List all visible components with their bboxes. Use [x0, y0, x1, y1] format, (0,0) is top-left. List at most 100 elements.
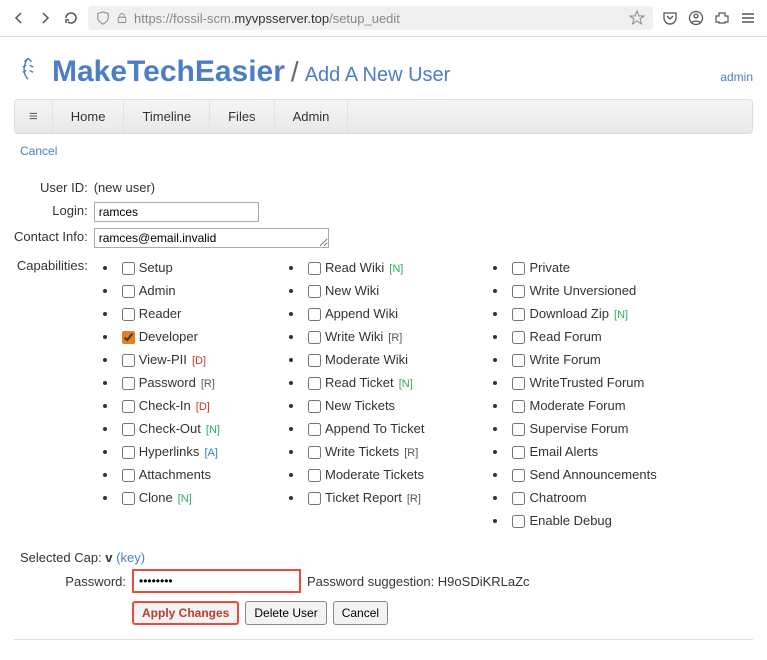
capability-checkbox[interactable]	[122, 469, 135, 482]
account-icon[interactable]	[687, 9, 705, 27]
capability-item: Clone [N]	[118, 487, 220, 510]
site-title[interactable]: MakeTechEasier	[52, 55, 285, 89]
cancel-button[interactable]: Cancel	[333, 601, 388, 625]
capability-checkbox[interactable]	[512, 377, 525, 390]
selected-cap-row: Selected Cap: v (key)	[20, 550, 753, 565]
capability-label: Admin	[139, 283, 176, 298]
capability-label: Append To Ticket	[325, 421, 425, 436]
capability-checkbox[interactable]	[512, 308, 525, 321]
capability-checkbox[interactable]	[122, 446, 135, 459]
menu-admin[interactable]: Admin	[275, 101, 349, 132]
capability-checkbox[interactable]	[122, 308, 135, 321]
capability-item: Setup	[118, 257, 220, 280]
capability-checkbox[interactable]	[308, 423, 321, 436]
capability-checkbox[interactable]	[512, 354, 525, 367]
capability-checkbox[interactable]	[308, 308, 321, 321]
capability-label: Append Wiki	[325, 306, 398, 321]
capability-label: Read Ticket	[325, 375, 394, 390]
menu-files[interactable]: Files	[210, 101, 274, 132]
capability-checkbox[interactable]	[512, 331, 525, 344]
reload-icon[interactable]	[62, 9, 80, 27]
capability-item: Enable Debug	[508, 510, 656, 533]
url-bar[interactable]: https://fossil-scm.myvpsserver.top/setup…	[88, 6, 653, 30]
capability-checkbox[interactable]	[512, 262, 525, 275]
capability-item: New Tickets	[304, 395, 425, 418]
lock-icon	[116, 11, 128, 25]
capability-item: Read Ticket [N]	[304, 372, 425, 395]
pocket-icon[interactable]	[661, 9, 679, 27]
hamburger-icon[interactable]: ≡	[15, 100, 53, 133]
fossil-logo-icon	[14, 53, 42, 81]
login-input[interactable]	[94, 202, 259, 222]
capability-label: Enable Debug	[529, 513, 611, 528]
shield-icon	[96, 11, 110, 25]
capability-checkbox[interactable]	[122, 354, 135, 367]
capability-checkbox[interactable]	[512, 469, 525, 482]
capability-label: Write Unversioned	[529, 283, 636, 298]
capability-label: Write Forum	[529, 352, 600, 367]
capability-checkbox[interactable]	[122, 262, 135, 275]
capability-flag: [R]	[401, 447, 418, 459]
capability-checkbox[interactable]	[122, 423, 135, 436]
capability-checkbox[interactable]	[122, 400, 135, 413]
capability-item: Chatroom	[508, 487, 656, 510]
capability-checkbox[interactable]	[122, 492, 135, 505]
capability-label: Moderate Wiki	[325, 352, 408, 367]
capability-item: Hyperlinks [A]	[118, 441, 220, 464]
capability-checkbox[interactable]	[308, 446, 321, 459]
capability-checkbox[interactable]	[122, 377, 135, 390]
menu-icon[interactable]	[739, 9, 757, 27]
capability-label: Hyperlinks	[139, 444, 200, 459]
capability-item: Write Unversioned	[508, 280, 656, 303]
capability-label: Password	[139, 375, 196, 390]
capability-item: Write Wiki [R]	[304, 326, 425, 349]
capability-checkbox[interactable]	[308, 469, 321, 482]
capability-checkbox[interactable]	[512, 400, 525, 413]
back-icon[interactable]	[10, 9, 28, 27]
login-label: Login:	[14, 199, 94, 225]
delete-user-button[interactable]: Delete User	[245, 601, 326, 625]
capability-item: Password [R]	[118, 372, 220, 395]
caps-col-2: Read Wiki [N]New WikiAppend WikiWrite Wi…	[280, 257, 425, 533]
extensions-icon[interactable]	[713, 9, 731, 27]
capability-checkbox[interactable]	[308, 285, 321, 298]
user-form: User ID: (new user) Login: Contact Info:…	[14, 176, 657, 536]
capability-checkbox[interactable]	[308, 377, 321, 390]
main-menu: ≡ Home Timeline Files Admin	[14, 99, 753, 134]
admin-user-link[interactable]: admin	[720, 70, 753, 84]
apply-changes-button[interactable]: Apply Changes	[132, 601, 239, 625]
caps-col-3: PrivateWrite UnversionedDownload Zip [N]…	[484, 257, 656, 533]
capability-flag: [A]	[201, 447, 218, 459]
capability-checkbox[interactable]	[512, 285, 525, 298]
capability-checkbox[interactable]	[308, 262, 321, 275]
capability-checkbox[interactable]	[512, 515, 525, 528]
browser-toolbar: https://fossil-scm.myvpsserver.top/setup…	[0, 0, 767, 37]
capability-item: Append To Ticket	[304, 418, 425, 441]
capability-item: Check-Out [N]	[118, 418, 220, 441]
forward-icon[interactable]	[36, 9, 54, 27]
capability-checkbox[interactable]	[512, 423, 525, 436]
capability-item: Download Zip [N]	[508, 303, 656, 326]
page-header: MakeTechEasier / Add A New User admin	[14, 53, 753, 89]
capability-checkbox[interactable]	[122, 285, 135, 298]
capability-checkbox[interactable]	[308, 354, 321, 367]
password-input[interactable]	[132, 569, 301, 593]
capability-label: Email Alerts	[529, 444, 598, 459]
capability-label: Attachments	[139, 467, 211, 482]
capability-checkbox[interactable]	[512, 446, 525, 459]
capability-checkbox[interactable]	[122, 331, 135, 344]
star-icon[interactable]	[629, 10, 645, 26]
menu-home[interactable]: Home	[53, 101, 125, 132]
cancel-link-top[interactable]: Cancel	[20, 144, 57, 158]
contact-textarea[interactable]: ramces@email.invalid	[94, 228, 329, 248]
contact-label: Contact Info:	[14, 225, 94, 254]
key-link[interactable]: (key)	[116, 550, 145, 565]
capability-checkbox[interactable]	[308, 492, 321, 505]
capability-checkbox[interactable]	[308, 331, 321, 344]
capability-checkbox[interactable]	[308, 400, 321, 413]
capability-item: Attachments	[118, 464, 220, 487]
capability-item: Append Wiki	[304, 303, 425, 326]
capability-flag: [N]	[396, 378, 413, 390]
capability-checkbox[interactable]	[512, 492, 525, 505]
menu-timeline[interactable]: Timeline	[124, 101, 210, 132]
